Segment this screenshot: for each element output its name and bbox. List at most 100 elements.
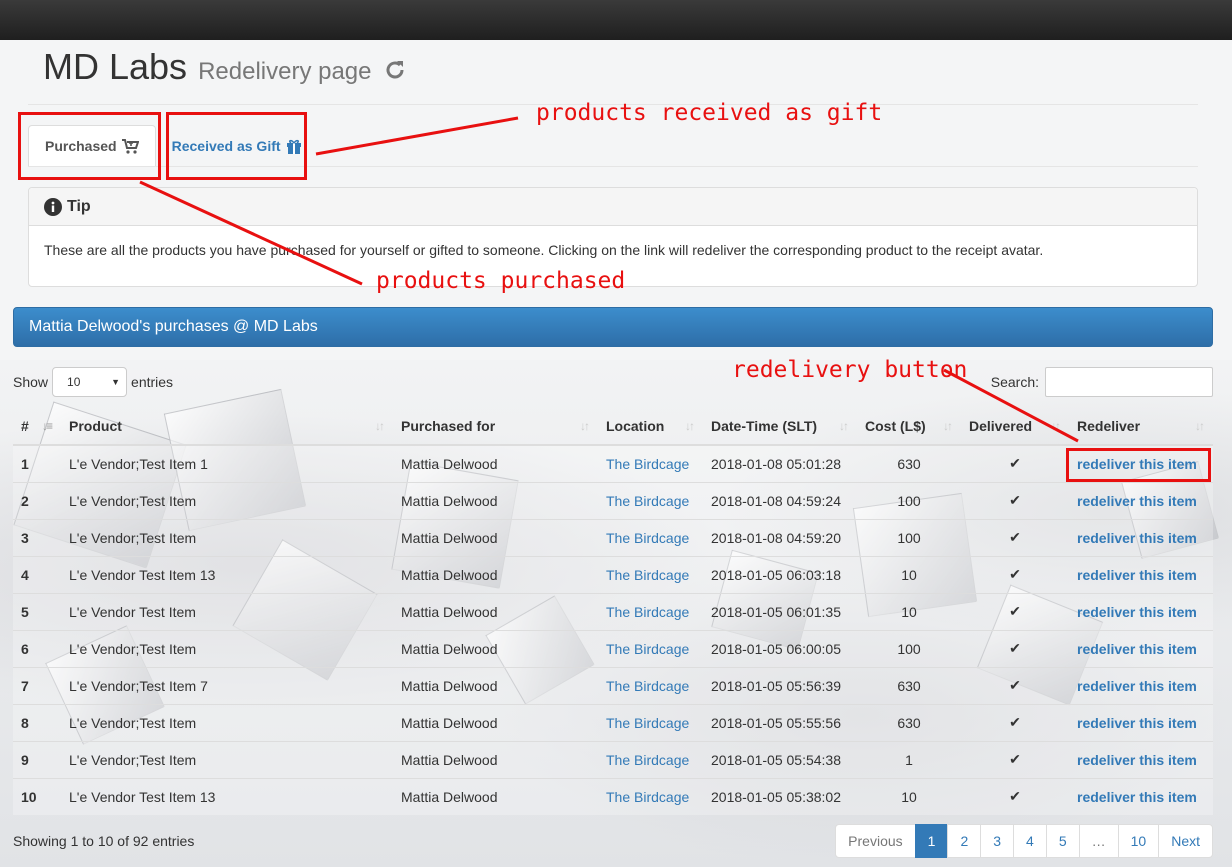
cost-cell: 100 [897,640,921,657]
sort-icon: ↓↑ [375,419,385,433]
purchased-for-cell: Mattia Delwood [401,529,498,546]
datetime-cell: 2018-01-08 04:59:24 [711,492,841,509]
entries-select-value: 10 [67,375,81,389]
location-link[interactable]: The Birdcage [606,641,689,657]
location-link[interactable]: The Birdcage [606,604,689,620]
pagination-page[interactable]: 5 [1045,824,1080,858]
col-header-cost[interactable]: Cost (L$) ↓↑ [857,408,961,446]
cost-cell: 630 [857,666,961,704]
product-cell: L'e Vendor;Test Item [61,518,393,556]
annotation-purchased-text: products purchased [376,268,626,294]
pagination-page[interactable]: 10 [1117,824,1160,858]
redeliver-link[interactable]: redeliver this item [1077,567,1197,583]
col-header-redeliver[interactable]: Redeliver ↓↑ [1069,408,1213,446]
redeliver-link[interactable]: redeliver this item [1077,752,1197,768]
check-icon: ✔ [961,703,1069,741]
table-row: 4 L'e Vendor Test Item 13 Mattia Delwood Th… [13,555,1213,593]
cost-cell: 630 [897,455,921,472]
redeliver-cell: redeliver this item [1069,592,1213,630]
refresh-icon[interactable] [383,58,407,82]
location-cell: The Birdcage [598,740,703,778]
purchased-for-cell: Mattia Delwood [393,555,598,593]
col-header-purchased-for[interactable]: Purchased for ↓↑ [393,408,598,446]
pagination-previous[interactable]: Previous [835,824,916,858]
table-row: 2 L'e Vendor;Test Item Mattia Delwood The B… [13,481,1213,519]
pagination-next[interactable]: Next [1158,824,1213,858]
check-icon: ✔ [961,666,1069,704]
pagination-page[interactable]: 4 [1013,824,1047,858]
sort-icon: ↓↑ [1051,419,1061,433]
purchased-for-cell: Mattia Delwood [393,518,598,556]
cost-cell: 1 [905,751,913,768]
product-cell: L'e Vendor Test Item 13 [61,555,393,593]
pagination-page[interactable]: 3 [980,824,1015,858]
search-input[interactable] [1045,367,1213,397]
datetime-cell: 2018-01-08 04:59:20 [711,529,841,546]
redeliver-link[interactable]: redeliver this item [1077,641,1197,657]
pagination-page[interactable]: 2 [947,824,982,858]
datetime-cell: 2018-01-05 06:03:18 [711,566,841,583]
check-icon: ✔ [1009,492,1021,508]
sort-asc-icon: ↓≡ [41,419,53,433]
cost-cell: 10 [857,555,961,593]
check-icon: ✔ [1009,455,1021,472]
annotation-box-gift [166,112,307,180]
location-link[interactable]: The Birdcage [606,493,689,509]
redeliver-link[interactable]: redeliver this item [1077,715,1197,731]
location-link[interactable]: The Birdcage [606,456,689,472]
purchases-panel-heading: Mattia Delwood's purchases @ MD Labs [13,307,1213,347]
purchased-for-cell: Mattia Delwood [393,444,598,482]
row-number: 3 [13,518,61,556]
sort-icon: ↓↑ [685,419,695,433]
datetime-cell: 2018-01-05 05:55:56 [711,714,841,731]
table-row: 7 L'e Vendor;Test Item 7 Mattia Delwood The… [13,666,1213,704]
product-cell: L'e Vendor;Test Item [69,751,197,768]
col-header-datetime[interactable]: Date-Time (SLT) ↓↑ [703,408,857,446]
location-link[interactable]: The Birdcage [606,530,689,546]
location-link[interactable]: The Birdcage [606,678,689,694]
redeliver-cell: redeliver this item [1069,740,1213,778]
datetime-cell: 2018-01-05 05:54:38 [703,740,857,778]
entries-select[interactable]: 10 ▼ [52,367,128,397]
datetime-cell: 2018-01-08 05:01:28 [711,455,841,472]
product-cell: L'e Vendor;Test Item [61,481,393,519]
purchased-for-cell: Mattia Delwood [393,592,598,630]
location-link[interactable]: The Birdcage [606,567,689,583]
redeliver-link[interactable]: redeliver this item [1077,789,1197,805]
check-icon: ✔ [1009,751,1021,767]
redeliver-link[interactable]: redeliver this item [1077,678,1197,694]
location-cell: The Birdcage [598,518,703,556]
pagination-ellipsis: … [1078,824,1119,858]
row-number: 6 [21,640,29,657]
redeliver-link[interactable]: redeliver this item [1077,530,1197,546]
datetime-cell: 2018-01-08 04:59:24 [703,481,857,519]
purchased-for-cell: Mattia Delwood [401,566,498,583]
col-header-delivered[interactable]: Delivered ↓↑ [961,408,1069,446]
product-cell: L'e Vendor Test Item 13 [69,566,216,583]
cost-cell: 630 [857,444,961,482]
cost-cell: 1 [857,740,961,778]
sort-icon: ↓↑ [943,419,953,433]
location-link[interactable]: The Birdcage [606,752,689,768]
redeliver-link[interactable]: redeliver this item [1077,493,1197,509]
location-link[interactable]: The Birdcage [606,715,689,731]
table-header-row: # ↓≡ Product ↓↑ Purchased for ↓↑ Location ↓↑… [13,408,1213,446]
cost-cell: 100 [897,529,921,546]
purchased-for-cell: Mattia Delwood [401,788,498,805]
check-icon: ✔ [1009,640,1021,656]
tip-heading: Tip [29,188,1197,226]
col-header-location[interactable]: Location ↓↑ [598,408,703,446]
col-header-product[interactable]: Product ↓↑ [61,408,393,446]
row-number: 1 [13,444,61,482]
purchased-for-cell: Mattia Delwood [401,714,498,731]
purchased-for-cell: Mattia Delwood [393,777,598,815]
redeliver-cell: redeliver this item [1069,666,1213,704]
location-link[interactable]: The Birdcage [606,789,689,805]
pagination-page[interactable]: 1 [914,824,949,858]
redeliver-link[interactable]: redeliver this item [1077,604,1197,620]
col-header-num[interactable]: # ↓≡ [13,408,61,446]
table-row: 6 L'e Vendor;Test Item Mattia Delwood The B… [13,629,1213,667]
check-icon: ✔ [961,518,1069,556]
datetime-cell: 2018-01-08 04:59:20 [703,518,857,556]
row-number: 2 [21,492,29,509]
